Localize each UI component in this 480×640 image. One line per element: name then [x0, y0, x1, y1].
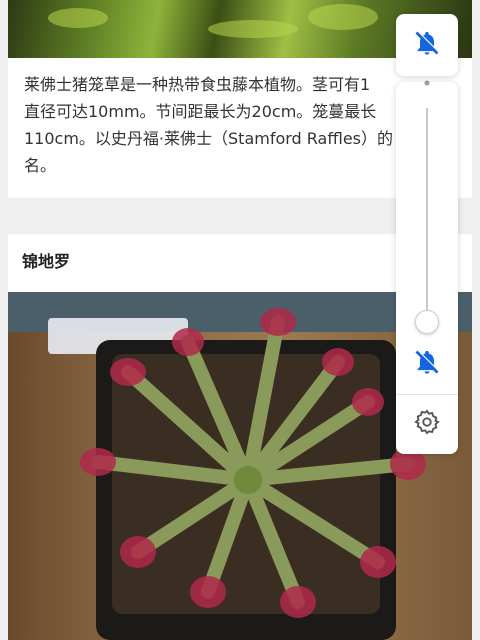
expand-dots-icon[interactable]	[420, 76, 434, 90]
plant-title: 锦地罗	[22, 252, 71, 271]
volume-slider-thumb[interactable]	[415, 310, 439, 334]
bell-off-icon[interactable]	[413, 348, 441, 380]
bell-off-icon	[413, 29, 441, 61]
ringer-mode-button[interactable]	[396, 14, 458, 76]
volume-slider-track[interactable]	[426, 108, 428, 324]
gear-icon[interactable]	[413, 408, 441, 440]
volume-panel	[396, 80, 458, 454]
divider	[396, 394, 458, 395]
